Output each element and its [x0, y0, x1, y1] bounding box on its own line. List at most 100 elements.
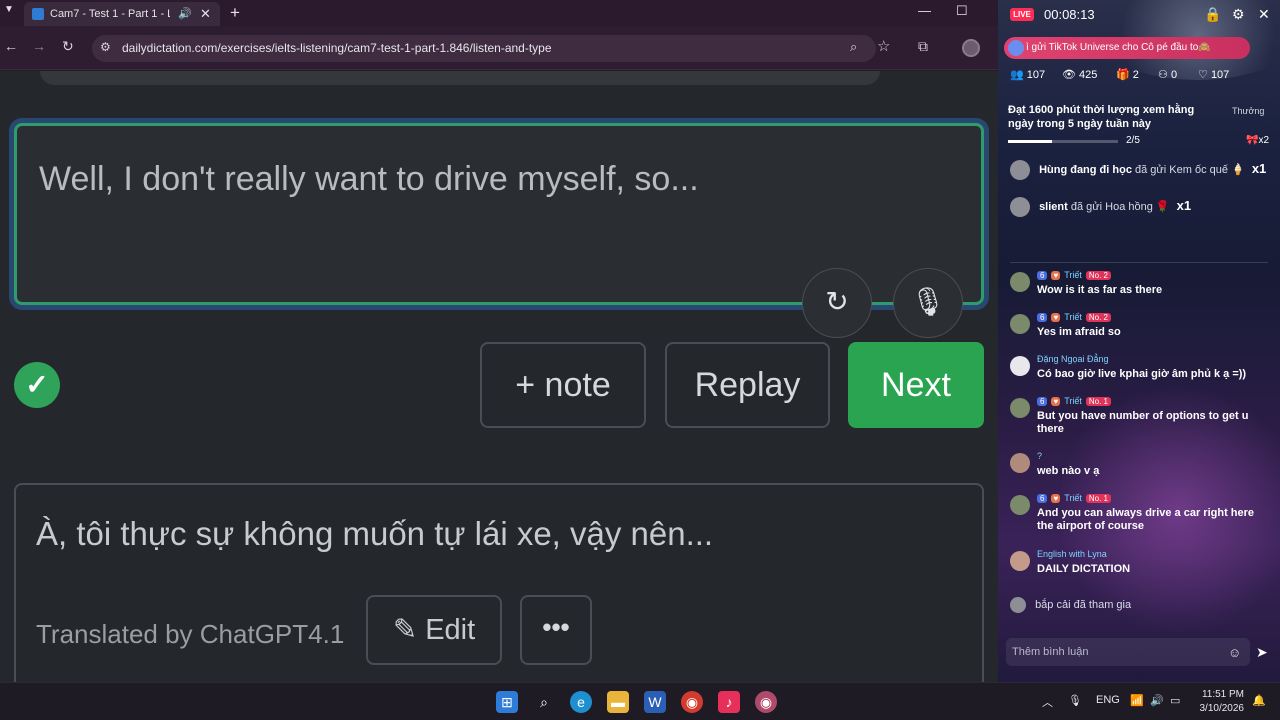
- avatar: [1010, 314, 1030, 334]
- next-button[interactable]: Next: [848, 342, 984, 428]
- chrome-icon[interactable]: ◉: [681, 691, 703, 713]
- emoji-icon[interactable]: ☺: [1228, 645, 1241, 660]
- fan-badge-icon: ♥: [1051, 494, 1061, 503]
- live-panel: LIVE 00:08:13 🔒 ⚙ ✕ ì gửi TikTok Univers…: [998, 0, 1280, 682]
- gift-row: slient đã gửi Hoa hồng 🌹 x1: [1010, 197, 1191, 217]
- bookmark-star-icon[interactable]: ☆: [877, 37, 890, 55]
- views-count: 425: [1079, 69, 1098, 81]
- tray-overflow-icon[interactable]: ︿: [1042, 694, 1053, 710]
- language-indicator[interactable]: ENG: [1096, 694, 1120, 706]
- edit-button[interactable]: ✎ Edit: [366, 595, 502, 665]
- avatar: [1010, 160, 1030, 180]
- maximize-icon[interactable]: ☐: [956, 3, 968, 19]
- goal-progress-fill: [1008, 140, 1052, 143]
- tab-title: Cam7 - Test 1 - Part 1 - List: [50, 8, 170, 20]
- zoom-icon[interactable]: ⌕: [850, 39, 857, 55]
- comment-user: Triết: [1064, 312, 1082, 322]
- new-tab-button[interactable]: +: [230, 3, 240, 23]
- site-favicon-icon: [32, 8, 44, 20]
- browser-tab[interactable]: Cam7 - Test 1 - Part 1 - List 🔊 ✕: [24, 2, 220, 26]
- microphone-tray-icon[interactable]: 🎙: [1068, 694, 1082, 707]
- send-icon[interactable]: ➤: [1256, 644, 1268, 661]
- comment-text: DAILY DICTATION: [1037, 563, 1131, 575]
- address-bar[interactable]: ⚙ dailydictation.com/exercises/ielts-lis…: [92, 35, 876, 62]
- extensions-icon[interactable]: ⧉: [918, 38, 928, 55]
- rank-badge: No. 1: [1085, 494, 1111, 503]
- volume-icon[interactable]: 🔊: [1150, 694, 1164, 707]
- wifi-icon[interactable]: 📶: [1130, 694, 1144, 707]
- rank-badge: No. 2: [1085, 271, 1111, 280]
- note-button[interactable]: + note: [480, 342, 646, 428]
- gift-sender-avatar: [1008, 40, 1024, 56]
- translation-panel: À, tôi thực sự không muốn tự lái xe, vậy…: [14, 483, 984, 693]
- lock-icon[interactable]: 🔒: [1204, 6, 1221, 23]
- chrome-profile-icon[interactable]: ◉: [755, 691, 777, 713]
- comment-user: English with Lyna: [1037, 549, 1107, 559]
- comment-user: Triết: [1064, 396, 1082, 406]
- browser-toolbar: ← → ↻ ⚙ dailydictation.com/exercises/iel…: [0, 26, 998, 70]
- more-options-button[interactable]: •••: [520, 595, 592, 665]
- gear-icon[interactable]: ⚙: [1232, 6, 1245, 23]
- translation-text: À, tôi thực sự không muốn tự lái xe, vậy…: [36, 515, 714, 552]
- shares-stat: ⚇ 0: [1158, 68, 1177, 81]
- fan-badge-icon: ♥: [1051, 313, 1061, 322]
- forward-icon[interactable]: →: [32, 38, 46, 54]
- tab-close-icon[interactable]: ✕: [200, 2, 211, 26]
- windows-start-icon[interactable]: ⊞: [496, 691, 518, 713]
- avatar: [1010, 197, 1030, 217]
- joined-user: bắp cải: [1035, 598, 1071, 611]
- gift-banner-text: ì gửi TikTok Universe cho Cô pé đầu to🙈: [1026, 42, 1211, 53]
- comment-user: ?: [1037, 451, 1043, 461]
- gift-sender-name: Hùng đang đi học: [1039, 163, 1132, 176]
- comment-meta: 6 ♥ Triết No. 2: [1037, 312, 1111, 322]
- system-clock[interactable]: 11:51 PM 3/10/2026: [1196, 688, 1245, 716]
- page-header-fragment: [40, 71, 880, 85]
- microphone-icon[interactable]: 🎙: [893, 268, 963, 338]
- edge-browser-icon[interactable]: e: [570, 691, 592, 713]
- word-icon[interactable]: W: [644, 691, 666, 713]
- avatar: [1010, 356, 1030, 376]
- notification-bell-icon[interactable]: 🔔: [1252, 694, 1266, 707]
- comment-text: Wow is it as far as there: [1037, 284, 1163, 296]
- avatar: [1010, 453, 1030, 473]
- translated-by-label: Translated by ChatGPT4.1: [36, 619, 345, 649]
- joined-action: đã tham gia: [1073, 598, 1132, 611]
- divider: [1010, 262, 1268, 263]
- tiktok-icon[interactable]: ♪: [718, 691, 740, 713]
- comment-input[interactable]: Thêm bình luận: [1006, 638, 1250, 666]
- comment-user: Triết: [1064, 270, 1082, 280]
- comment-meta: 6 ♥ Triết No. 1: [1037, 493, 1111, 503]
- avatar: [1010, 597, 1026, 613]
- file-explorer-icon[interactable]: ▬: [607, 691, 629, 713]
- pencil-icon: ✎: [392, 614, 418, 646]
- battery-icon[interactable]: ▭: [1170, 694, 1180, 707]
- profile-avatar[interactable]: [962, 39, 980, 57]
- replay-button[interactable]: Replay: [665, 342, 830, 428]
- comment-text: web nào v ạ: [1037, 465, 1100, 477]
- search-icon[interactable]: ⌕: [533, 691, 555, 713]
- viewers-stat: 👥 107: [1010, 68, 1045, 81]
- avatar: [1010, 495, 1030, 515]
- gift-banner: ì gửi TikTok Universe cho Cô pé đầu to🙈: [1004, 37, 1250, 59]
- people-icon: 👥: [1010, 69, 1024, 81]
- fan-badge-icon: ♥: [1051, 397, 1061, 406]
- live-timer: 00:08:13: [1044, 7, 1095, 22]
- url-text[interactable]: dailydictation.com/exercises/ielts-liste…: [122, 41, 552, 55]
- back-icon[interactable]: ←: [4, 38, 18, 54]
- avatar: [1010, 398, 1030, 418]
- ice-cream-icon: 🍦: [1231, 163, 1245, 176]
- goal-reward-tag: Thưởng: [1232, 106, 1265, 116]
- clock-date: 3/10/2026: [1199, 703, 1245, 714]
- close-icon[interactable]: ✕: [1258, 6, 1270, 23]
- tab-search-icon[interactable]: ▼: [4, 4, 14, 15]
- join-row: bắp cải đã tham gia: [1010, 597, 1131, 613]
- answer-text[interactable]: Well, I don't really want to drive mysel…: [39, 160, 699, 199]
- site-info-icon[interactable]: ⚙: [100, 40, 111, 54]
- gift-action: đã gửi Hoa hồng: [1070, 200, 1153, 213]
- reload-icon[interactable]: ↻: [62, 38, 74, 55]
- reset-icon[interactable]: ↻: [802, 268, 872, 338]
- gift-sender-name: slient: [1039, 200, 1068, 213]
- speaker-icon[interactable]: 🔊: [178, 2, 192, 26]
- minimize-icon[interactable]: —: [918, 3, 931, 18]
- comment-user: Đặng Ngọai Đẳng: [1037, 354, 1109, 364]
